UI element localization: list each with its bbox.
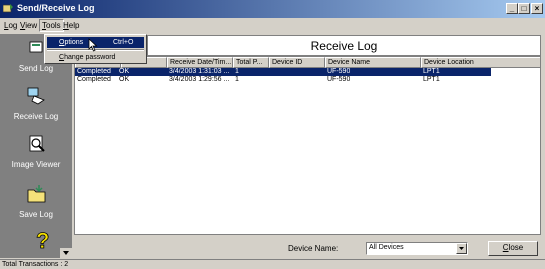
- cell-pages: 1: [235, 68, 239, 75]
- menu-log[interactable]: Log: [4, 21, 17, 30]
- cell-result: OK: [119, 76, 130, 83]
- sidebar-item-image-viewer[interactable]: Image Viewer: [0, 130, 72, 180]
- menu-help[interactable]: Help: [63, 21, 79, 30]
- menu-view[interactable]: View: [20, 21, 37, 30]
- log-table: Receive Date/Tim... Total P... Device ID…: [74, 56, 541, 235]
- column-header-device-id[interactable]: Device ID: [269, 57, 325, 68]
- close-window-button[interactable]: ×: [531, 3, 543, 14]
- app-icon: [3, 4, 13, 13]
- menu-bar: Log View Tools Help: [0, 18, 545, 34]
- sidebar-item-receive-log[interactable]: Receive Log: [0, 82, 72, 132]
- minimize-button[interactable]: _: [506, 3, 518, 14]
- chevron-down-icon[interactable]: [456, 243, 467, 254]
- window-title: Send/Receive Log: [17, 3, 95, 13]
- receive-log-icon: [27, 87, 45, 105]
- cell-location: LPT1: [423, 68, 440, 75]
- column-header-device-location[interactable]: Device Location: [421, 57, 540, 68]
- cell-date: 3/4/2003 1:29:56 ...: [169, 76, 230, 83]
- menu-item-change-password[interactable]: Change password: [47, 52, 144, 63]
- maximize-button[interactable]: □: [518, 3, 530, 14]
- log-header: Receive Log: [147, 35, 541, 56]
- scroll-down-arrow-icon[interactable]: [60, 248, 72, 258]
- status-bar: Total Transactions : 2: [0, 259, 545, 269]
- sidebar: Send Log Receive Log Image Viewer Save L…: [0, 34, 72, 258]
- bottom-controls: Device Name: All Devices Close: [74, 237, 541, 259]
- cell-date: 3/4/2003 1:31:03 ...: [169, 68, 230, 75]
- device-name-select[interactable]: All Devices: [366, 242, 468, 255]
- sidebar-item-save-log[interactable]: Save Log: [0, 180, 72, 230]
- cell-result: OK: [119, 68, 130, 75]
- column-header-pages[interactable]: Total P...: [233, 57, 269, 68]
- svg-text:?: ?: [36, 229, 49, 251]
- cell-location: LPT1: [423, 76, 440, 83]
- table-row[interactable]: Completed OK 3/4/2003 1:29:56 ... 1 UF-5…: [75, 76, 491, 84]
- column-header-device-name[interactable]: Device Name: [325, 57, 421, 68]
- status-text: Total Transactions : 2: [2, 261, 69, 268]
- options-shortcut: Ctrl+O: [113, 39, 134, 46]
- cell-status: Completed: [77, 76, 111, 83]
- table-row[interactable]: Completed OK 3/4/2003 1:31:03 ... 1 UF-5…: [75, 68, 491, 76]
- close-button[interactable]: Close: [488, 241, 538, 256]
- menu-tools[interactable]: Tools: [39, 19, 64, 32]
- cell-device-name: UF-590: [327, 68, 351, 75]
- help-icon[interactable]: ?: [34, 229, 52, 251]
- mouse-cursor-icon: [88, 38, 98, 52]
- cell-status: Completed: [77, 68, 111, 75]
- column-header-date[interactable]: Receive Date/Tim...: [167, 57, 233, 68]
- cell-device-name: UF-590: [327, 76, 351, 83]
- page-title: Receive Log: [310, 39, 378, 53]
- title-bar: Send/Receive Log _ □ ×: [0, 0, 545, 18]
- save-log-icon: [27, 185, 46, 203]
- cell-pages: 1: [235, 76, 239, 83]
- image-viewer-icon: [29, 135, 45, 152]
- device-name-value: All Devices: [369, 244, 404, 251]
- device-name-label: Device Name:: [288, 244, 339, 253]
